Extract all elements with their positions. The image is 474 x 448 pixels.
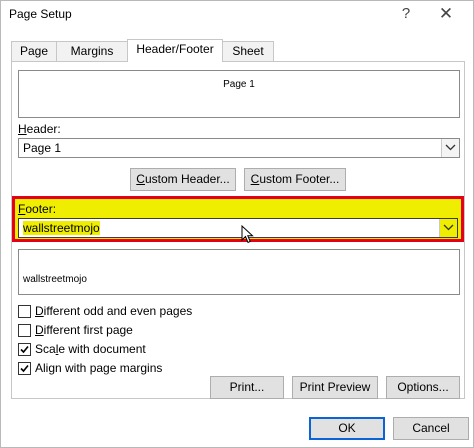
different-odd-even-checkbox[interactable] [18,305,31,318]
different-odd-even-label: Different odd and even pages [35,304,193,318]
different-first-page-checkbox[interactable] [18,324,31,337]
close-icon[interactable]: ✕ [433,3,459,25]
header-label: Header: [18,122,61,136]
ok-button[interactable]: OK [309,417,385,440]
tab-margins[interactable]: Margins [56,41,128,61]
tab-header-footer[interactable]: Header/Footer [127,39,223,62]
chevron-down-icon[interactable] [441,139,459,157]
header-preview-text: Page 1 [223,79,255,90]
header-dropdown-value: Page 1 [23,141,62,155]
tab-page[interactable]: Page [11,41,57,61]
custom-footer-button[interactable]: Custom Footer... [244,168,346,191]
footer-preview-text: wallstreetmojo [23,274,87,285]
tab-sheet[interactable]: Sheet [222,41,274,61]
print-preview-button[interactable]: Print Preview [292,376,378,399]
header-footer-panel: Page 1 Header: Page 1 Custom Header... C… [11,61,465,399]
checkmark-icon [20,364,29,373]
different-first-page-label: Different first page [35,323,133,337]
footer-dropdown-value: wallstreetmojo [23,221,100,235]
chevron-down-icon[interactable] [439,219,457,237]
cancel-button[interactable]: Cancel [393,417,469,440]
help-icon[interactable]: ? [393,3,419,25]
footer-label: Footer: [18,202,57,216]
align-with-margins-label: Align with page margins [35,361,163,375]
dialog-title: Page Setup [9,7,72,21]
footer-preview: wallstreetmojo [18,249,460,295]
custom-header-button[interactable]: Custom Header... [130,168,236,191]
checkmark-icon [20,345,29,354]
mouse-cursor-icon [241,225,254,244]
options-button[interactable]: Options... [386,376,460,399]
print-button[interactable]: Print... [210,376,284,399]
footer-dropdown[interactable]: wallstreetmojo [18,218,458,238]
scale-with-document-label: Scale with document [35,342,146,356]
header-preview: Page 1 [18,70,460,118]
scale-with-document-checkbox[interactable] [18,343,31,356]
align-with-margins-checkbox[interactable] [18,362,31,375]
footer-highlight: Footer: wallstreetmojo [12,196,464,242]
header-dropdown[interactable]: Page 1 [18,138,460,158]
page-setup-dialog: Page Setup ? ✕ Page Margins Header/Foote… [0,0,474,448]
